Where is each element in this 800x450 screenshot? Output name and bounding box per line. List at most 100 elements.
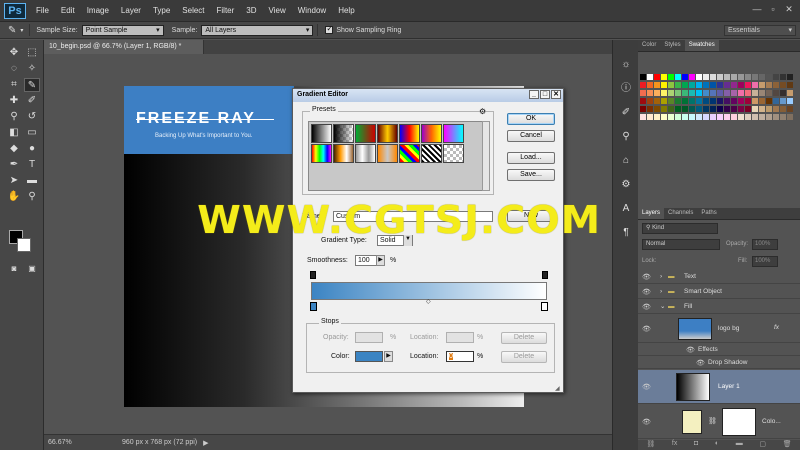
layer-effect-drop-shadow[interactable]: 👁 Drop Shadow: [638, 357, 800, 369]
color-swatch[interactable]: [647, 90, 653, 96]
color-swatch[interactable]: [787, 114, 793, 120]
color-swatch[interactable]: [759, 106, 765, 112]
color-swatch[interactable]: [682, 98, 688, 104]
menu-select[interactable]: Select: [176, 6, 210, 15]
color-swatch[interactable]: [731, 114, 737, 120]
link-layers-icon[interactable]: ⛓: [646, 440, 655, 450]
color-swatch[interactable]: [745, 106, 751, 112]
presets-list[interactable]: [308, 121, 484, 191]
workspace-select[interactable]: Essentials ▾: [724, 24, 796, 36]
color-swatch[interactable]: [682, 74, 688, 80]
color-swatch[interactable]: [752, 74, 758, 80]
color-swatch[interactable]: [759, 114, 765, 120]
color-swatch[interactable]: [724, 98, 730, 104]
layer-1[interactable]: 👁 Layer 1: [638, 370, 800, 404]
color-swatch[interactable]: [731, 98, 737, 104]
tab-paths[interactable]: Paths: [697, 208, 720, 219]
eraser-tool-icon[interactable]: ◧: [6, 126, 22, 140]
menu-type[interactable]: Type: [147, 6, 176, 15]
color-swatch[interactable]: [710, 114, 716, 120]
color-stop-left[interactable]: [310, 302, 317, 311]
play-icon[interactable]: ▶: [203, 439, 208, 447]
screen-mode-icon[interactable]: ▣: [24, 262, 40, 276]
color-swatch[interactable]: [731, 90, 737, 96]
tab-color[interactable]: Color: [638, 40, 660, 51]
color-swatch[interactable]: [773, 106, 779, 112]
color-swatch[interactable]: [682, 90, 688, 96]
brush-panel-icon[interactable]: ✐: [618, 106, 634, 120]
collapse-arrow-icon[interactable]: ›: [660, 288, 662, 295]
color-swatch[interactable]: [724, 106, 730, 112]
color-swatch[interactable]: [703, 106, 709, 112]
color-swatch[interactable]: [780, 98, 786, 104]
color-swatch[interactable]: [773, 114, 779, 120]
eye-icon[interactable]: 👁: [642, 303, 651, 311]
gear-icon[interactable]: ⚙: [479, 107, 486, 116]
color-swatch[interactable]: [731, 82, 737, 88]
color-swatch[interactable]: [661, 74, 667, 80]
gradient-preset[interactable]: [333, 144, 354, 163]
collapse-arrow-icon[interactable]: ›: [660, 273, 662, 280]
quick-mask-icon[interactable]: ◙: [6, 262, 22, 276]
color-swatch[interactable]: [696, 106, 702, 112]
color-swatch[interactable]: [675, 98, 681, 104]
hand-tool-icon[interactable]: ✋: [6, 190, 22, 204]
color-swatch[interactable]: [703, 114, 709, 120]
color-swatch[interactable]: [773, 74, 779, 80]
lasso-tool-icon[interactable]: ◌: [6, 62, 22, 76]
color-swatch[interactable]: [675, 114, 681, 120]
color-swatch[interactable]: [703, 90, 709, 96]
crop-tool-icon[interactable]: ⌗: [6, 78, 22, 92]
layer-group-text[interactable]: 👁 › ▬ Text: [638, 270, 800, 284]
delete-color-stop-button[interactable]: Delete: [501, 351, 547, 363]
color-swatch[interactable]: [654, 90, 660, 96]
trash-icon[interactable]: 🗑: [783, 440, 792, 450]
document-tab[interactable]: 10_begin.psd @ 66.7% (Layer 1, RGB/8) *: [44, 40, 204, 54]
gradient-preset[interactable]: [311, 124, 332, 143]
fx-badge[interactable]: fx: [774, 324, 779, 331]
layer-logo-bg[interactable]: 👁 logo bg fx: [638, 315, 800, 343]
minimize-icon[interactable]: _: [529, 90, 539, 99]
color-swatch[interactable]: [773, 90, 779, 96]
menu-3d[interactable]: 3D: [240, 6, 262, 15]
expand-arrow-icon[interactable]: ⌄: [660, 302, 665, 310]
gradient-tool-icon[interactable]: ▭: [24, 126, 40, 140]
color-swatch[interactable]: [717, 90, 723, 96]
color-swatch[interactable]: [759, 82, 765, 88]
color-swatch[interactable]: [738, 90, 744, 96]
ok-button[interactable]: OK: [507, 113, 555, 125]
color-swatch[interactable]: [647, 114, 653, 120]
blend-mode-select[interactable]: Normal: [642, 239, 720, 250]
eyedropper-tool-icon[interactable]: ✎: [24, 78, 40, 92]
color-swatch[interactable]: [675, 82, 681, 88]
color-swatch[interactable]: [710, 74, 716, 80]
color-swatch[interactable]: [682, 82, 688, 88]
load-button[interactable]: Load...: [507, 152, 555, 164]
color-swatch[interactable]: [668, 106, 674, 112]
color-swatch[interactable]: [647, 74, 653, 80]
color-swatch[interactable]: [745, 82, 751, 88]
color-swatch[interactable]: [752, 114, 758, 120]
color-swatch[interactable]: [766, 82, 772, 88]
type-tool-icon[interactable]: T: [24, 158, 40, 172]
color-swatch[interactable]: [640, 90, 646, 96]
dialog-titlebar[interactable]: Gradient Editor _ □ ✕: [293, 89, 563, 102]
color-swatch[interactable]: [731, 74, 737, 80]
color-swatch[interactable]: [640, 114, 646, 120]
eyedropper-icon[interactable]: ✎: [8, 25, 16, 36]
color-swatch[interactable]: [724, 74, 730, 80]
color-swatch[interactable]: [724, 90, 730, 96]
color-swatch[interactable]: [647, 98, 653, 104]
new-group-icon[interactable]: ▬: [736, 440, 743, 450]
color-swatch[interactable]: [780, 90, 786, 96]
color-swatch[interactable]: [668, 90, 674, 96]
color-swatch[interactable]: [766, 74, 772, 80]
opacity-stop-right[interactable]: [542, 271, 548, 279]
eye-icon[interactable]: 👁: [686, 346, 695, 354]
color-swatch[interactable]: [689, 74, 695, 80]
adjustments-icon[interactable]: ☼: [618, 58, 634, 72]
show-sampling-ring-checkbox[interactable]: [325, 24, 334, 34]
color-swatch[interactable]: [703, 82, 709, 88]
eye-icon[interactable]: 👁: [642, 383, 651, 391]
color-swatch[interactable]: [724, 82, 730, 88]
